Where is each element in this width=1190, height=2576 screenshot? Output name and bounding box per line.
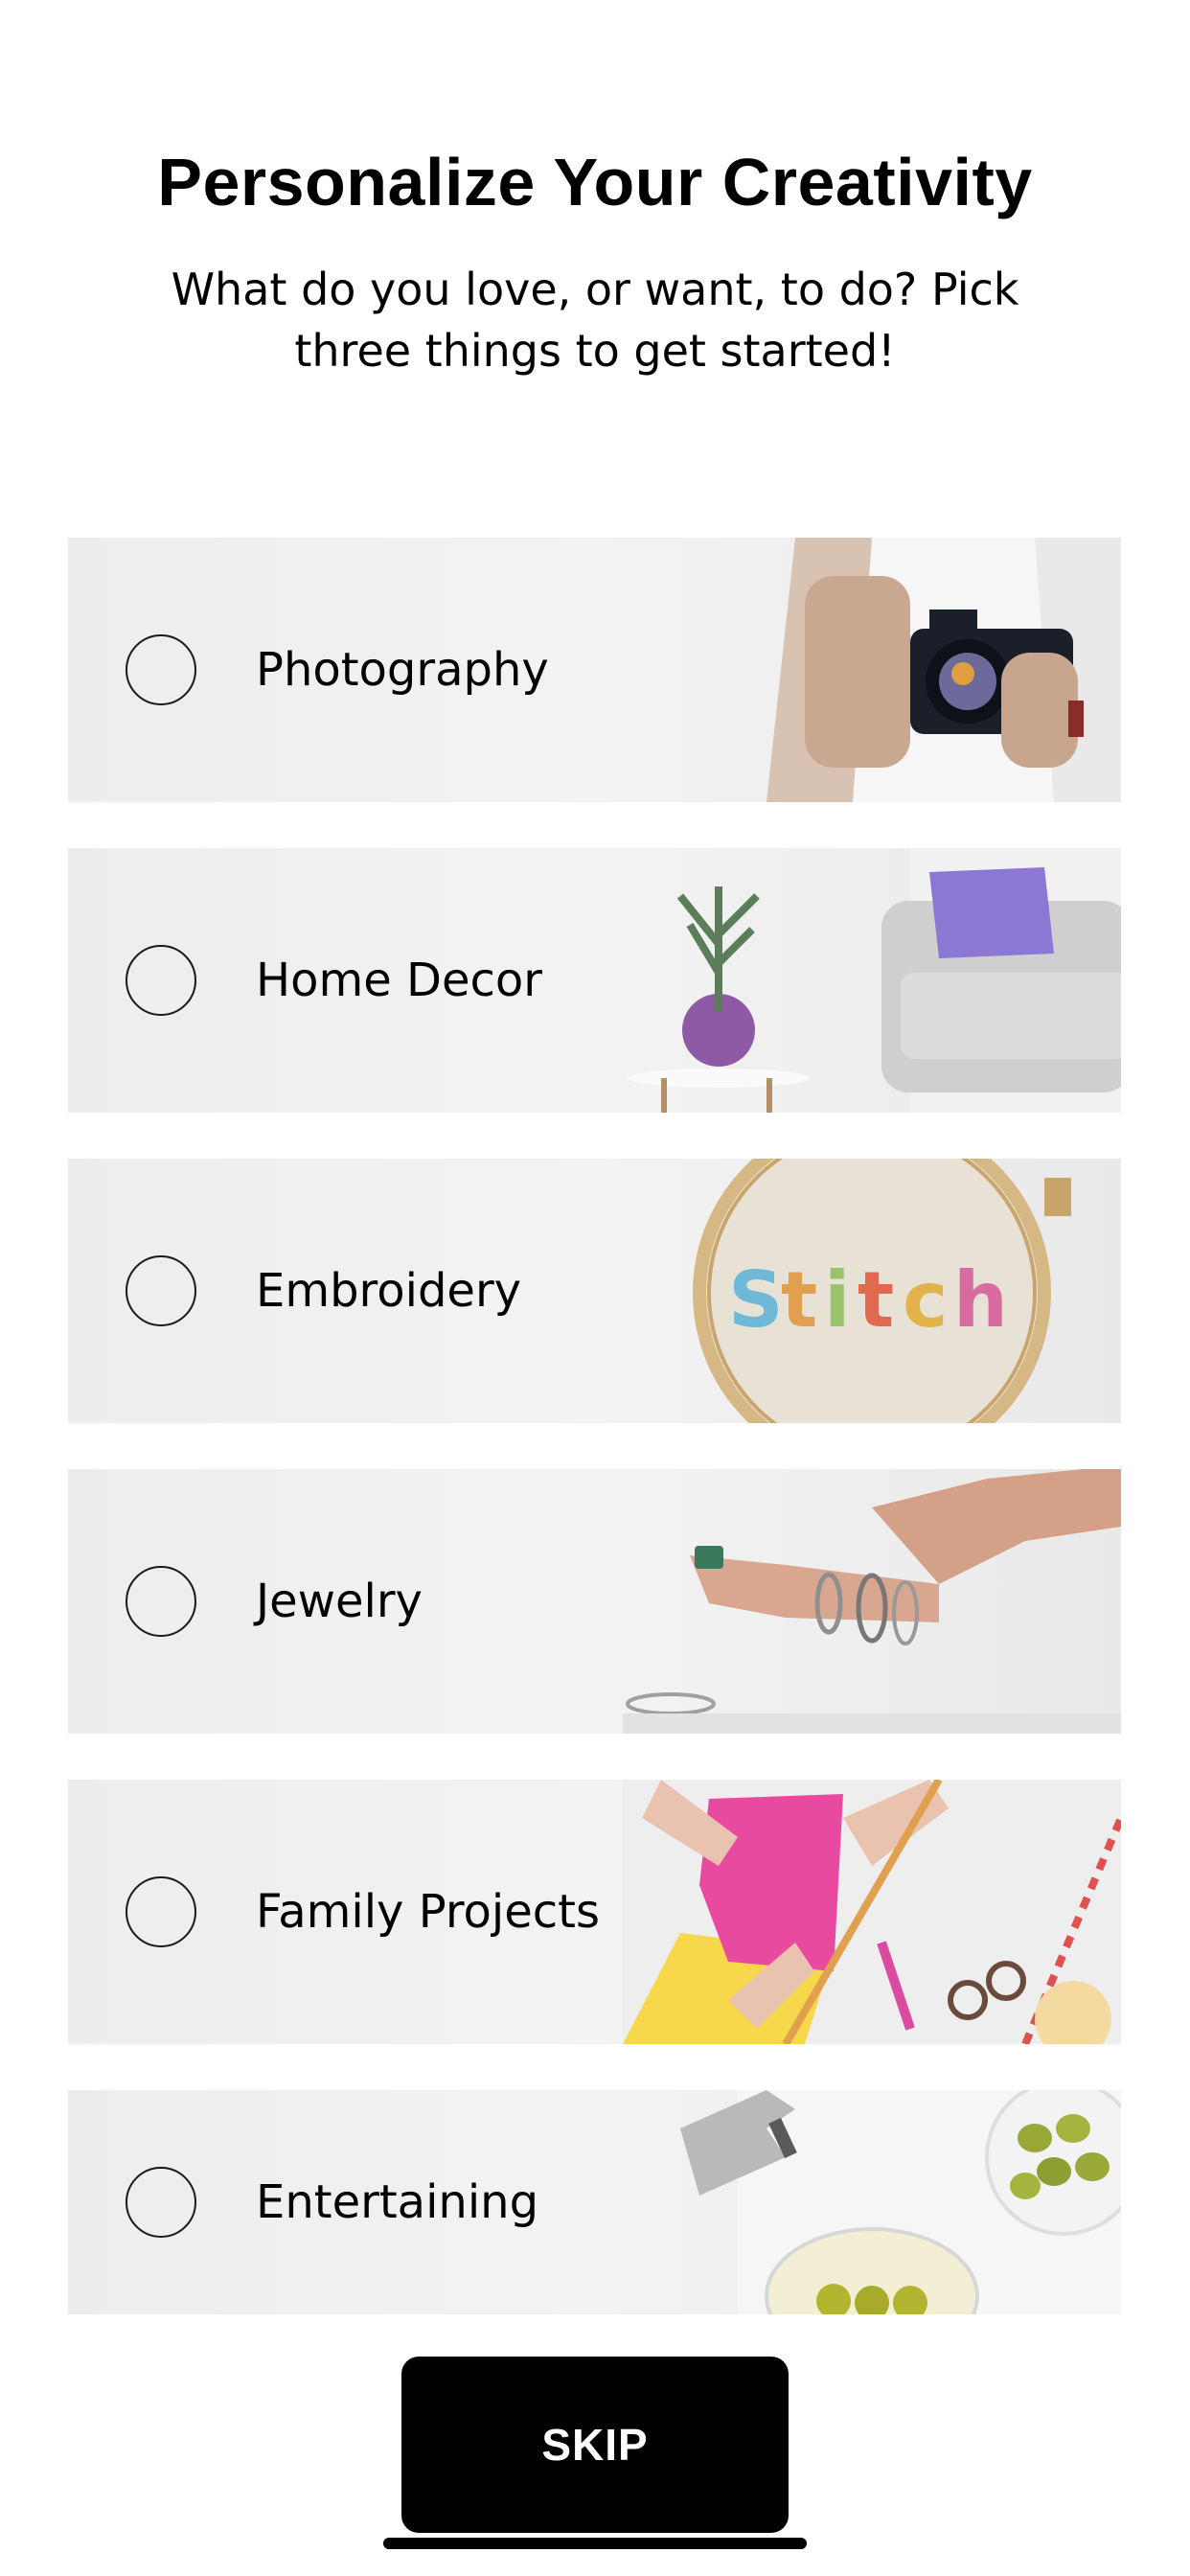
header: Personalize Your Creativity What do you … <box>0 144 1190 381</box>
camera-photo-icon <box>767 538 1121 802</box>
home-indicator[interactable] <box>383 2538 807 2549</box>
category-card-jewelry[interactable]: Jewelry <box>68 1469 1121 1734</box>
category-label: Home Decor <box>256 954 542 1007</box>
cocktail-olives-icon <box>680 2090 1121 2314</box>
radio-button[interactable] <box>126 1255 196 1326</box>
svg-text:i: i <box>824 1255 850 1345</box>
category-list: Photography Home Decor Embroidery S t i … <box>68 538 1121 2314</box>
category-label: Entertaining <box>256 2175 539 2229</box>
radio-button[interactable] <box>126 945 196 1016</box>
svg-text:c: c <box>903 1255 948 1345</box>
svg-text:h: h <box>953 1255 1008 1345</box>
category-card-family-projects[interactable]: Family Projects <box>68 1780 1121 2044</box>
category-card-home-decor[interactable]: Home Decor <box>68 848 1121 1113</box>
embroidery-hoop-icon: S t i t c h <box>693 1159 1071 1423</box>
radio-button[interactable] <box>126 634 196 705</box>
svg-text:t: t <box>781 1255 817 1345</box>
svg-text:S: S <box>728 1255 784 1345</box>
radio-button[interactable] <box>126 1566 196 1637</box>
bracelet-hands-icon <box>623 1469 1121 1734</box>
paper-craft-icon <box>623 1780 1121 2044</box>
page-title: Personalize Your Creativity <box>157 145 1033 219</box>
category-label: Embroidery <box>256 1264 522 1318</box>
sofa-and-plant-icon <box>628 848 1121 1113</box>
page-subtitle: What do you love, or want, to do? Pick t… <box>171 264 1019 377</box>
radio-button[interactable] <box>126 1876 196 1947</box>
category-card-photography[interactable]: Photography <box>68 538 1121 802</box>
category-label: Family Projects <box>256 1885 600 1939</box>
skip-button[interactable]: SKIP <box>401 2357 789 2533</box>
category-card-entertaining[interactable]: Entertaining <box>68 2090 1121 2314</box>
radio-button[interactable] <box>126 2167 196 2238</box>
svg-text:t: t <box>858 1255 894 1345</box>
category-label: Photography <box>256 643 549 697</box>
category-card-embroidery[interactable]: Embroidery S t i t c h <box>68 1159 1121 1423</box>
category-label: Jewelry <box>256 1575 423 1628</box>
